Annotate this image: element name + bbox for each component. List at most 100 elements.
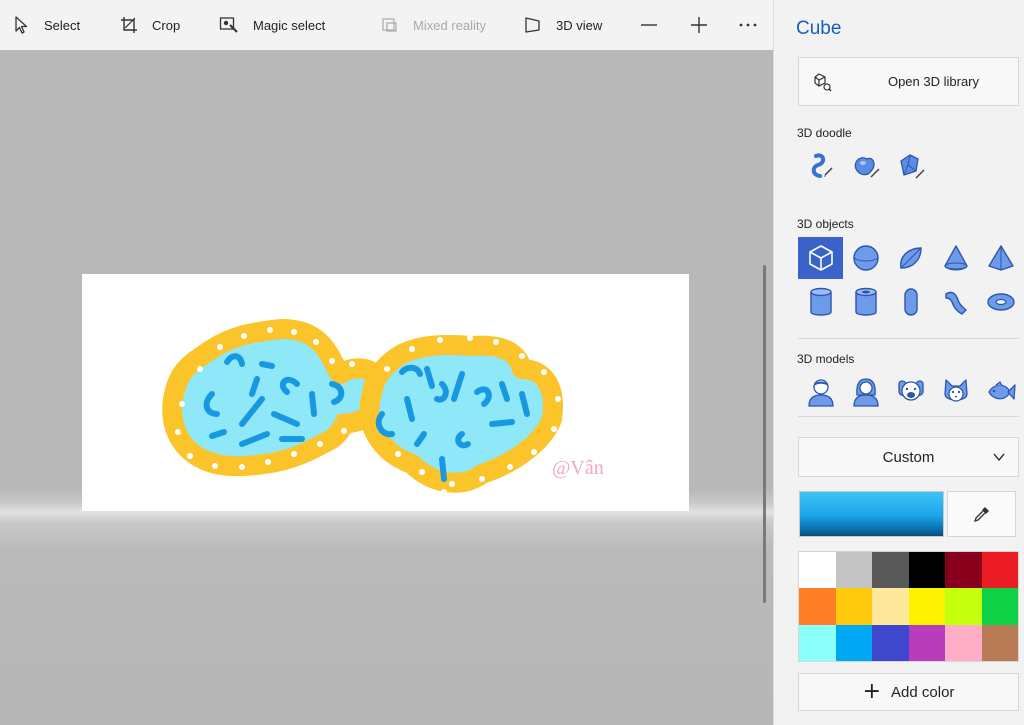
magic-select-button[interactable]: Magic select [219, 0, 325, 50]
canvas-drawing: @Vân [162, 319, 604, 495]
color-swatch[interactable] [872, 624, 909, 661]
models-section-label: 3D models [797, 352, 855, 366]
fish-model-button[interactable] [978, 371, 1023, 413]
curved-tube-button[interactable] [933, 281, 978, 323]
cylinder-icon [809, 287, 832, 316]
cube-button[interactable] [798, 237, 843, 279]
select-button[interactable]: Select [14, 0, 80, 50]
panel-title: Cube [796, 18, 842, 39]
man-icon [807, 379, 834, 407]
chevron-down-icon [993, 453, 1005, 462]
eyedropper-button[interactable] [947, 491, 1016, 537]
panel-divider-2 [798, 416, 1019, 417]
man-model-button[interactable] [798, 371, 843, 413]
more-options-button[interactable] [733, 0, 763, 50]
soft-edge-doodle-icon [854, 157, 880, 178]
doodle-blob-left [162, 319, 393, 477]
mixed-reality-button[interactable]: Mixed reality [381, 0, 486, 50]
cylinder-button[interactable] [798, 281, 843, 323]
3d-view-button[interactable]: 3D view [524, 0, 602, 50]
dog-model-button[interactable] [888, 371, 933, 413]
cube-icon [808, 245, 833, 271]
3d-view-label: 3D view [556, 17, 603, 33]
donut-button[interactable] [978, 281, 1023, 323]
color-swatch[interactable] [945, 624, 982, 661]
material-dropdown[interactable]: Custom [798, 437, 1019, 477]
plus-icon: + [862, 679, 882, 704]
color-swatch[interactable] [945, 588, 982, 625]
soft-edge-doodle-button[interactable] [843, 145, 888, 187]
tube-icon [854, 287, 877, 316]
color-swatch[interactable] [945, 552, 982, 589]
color-palette [798, 551, 1019, 662]
capsule-icon [903, 288, 918, 316]
color-swatch[interactable] [908, 624, 945, 661]
side-panel: Cube Open 3D library 3D doodle 3D object… [773, 0, 1024, 725]
fish-icon [987, 381, 1016, 400]
open-3d-library-button[interactable]: Open 3D library [798, 57, 1019, 106]
objects-section-label: 3D objects [797, 217, 854, 231]
color-swatch[interactable] [981, 588, 1018, 625]
tube-doodle-icon [899, 154, 925, 179]
top-toolbar: Select Crop Magic select Mixed reality 3… [0, 0, 773, 50]
woman-icon [852, 378, 879, 407]
cone-icon [943, 245, 968, 271]
objects-row-2 [798, 281, 1023, 323]
color-swatch[interactable] [799, 552, 836, 589]
panel-divider [798, 338, 1019, 339]
color-swatch[interactable] [799, 624, 836, 661]
color-swatch[interactable] [872, 552, 909, 589]
cone-button[interactable] [933, 237, 978, 279]
add-color-button[interactable]: + Add color [798, 673, 1019, 711]
zoom-in-button[interactable] [684, 0, 714, 50]
canvas[interactable]: @Vân [82, 274, 689, 511]
open-3d-library-label: Open 3D library [887, 74, 980, 89]
pyramid-icon [987, 245, 1014, 271]
eyedropper-icon [973, 507, 989, 523]
add-color-label: Add color [891, 683, 955, 701]
color-swatch[interactable] [872, 588, 909, 625]
color-swatch[interactable] [799, 588, 836, 625]
vertical-scrollbar[interactable] [763, 265, 766, 603]
color-swatch[interactable] [981, 552, 1018, 589]
crop-button[interactable]: Crop [120, 0, 180, 50]
color-swatch[interactable] [835, 552, 872, 589]
more-icon [739, 23, 757, 27]
minus-icon [641, 24, 657, 26]
dog-icon [897, 380, 924, 401]
cat-model-button[interactable] [933, 371, 978, 413]
objects-row-1 [798, 237, 1023, 279]
doodle-section-label: 3D doodle [797, 126, 852, 140]
mixed-reality-label: Mixed reality [413, 17, 486, 33]
zoom-out-button[interactable] [634, 0, 664, 50]
color-swatch[interactable] [835, 588, 872, 625]
magic-select-label: Magic select [253, 17, 326, 33]
sharp-edge-doodle-button[interactable] [798, 145, 843, 187]
woman-model-button[interactable] [843, 371, 888, 413]
tube-doodle-button[interactable] [888, 145, 933, 187]
cat-icon [943, 379, 968, 402]
tube-button[interactable] [843, 281, 888, 323]
watermark-text: @Vân [552, 457, 604, 479]
sphere-button[interactable] [843, 237, 888, 279]
color-swatch[interactable] [908, 588, 945, 625]
crop-icon [121, 17, 137, 33]
capsule-button[interactable] [888, 281, 933, 323]
color-swatch[interactable] [835, 624, 872, 661]
hemisphere-icon [899, 247, 922, 269]
color-swatch[interactable] [908, 552, 945, 589]
curved-tube-icon [944, 291, 967, 315]
mixed-reality-icon [382, 18, 397, 32]
material-dropdown-value: Custom [882, 448, 935, 466]
current-color-swatch[interactable] [799, 491, 944, 537]
color-swatch[interactable] [981, 624, 1018, 661]
hemisphere-button[interactable] [888, 237, 933, 279]
pyramid-button[interactable] [978, 237, 1023, 279]
select-label: Select [44, 17, 81, 33]
magic-select-icon [219, 17, 238, 33]
crop-label: Crop [152, 17, 181, 33]
models-row [798, 371, 1023, 413]
doodle-blob-right [359, 334, 563, 495]
donut-icon [986, 293, 1015, 311]
select-arrow-icon [15, 16, 28, 34]
